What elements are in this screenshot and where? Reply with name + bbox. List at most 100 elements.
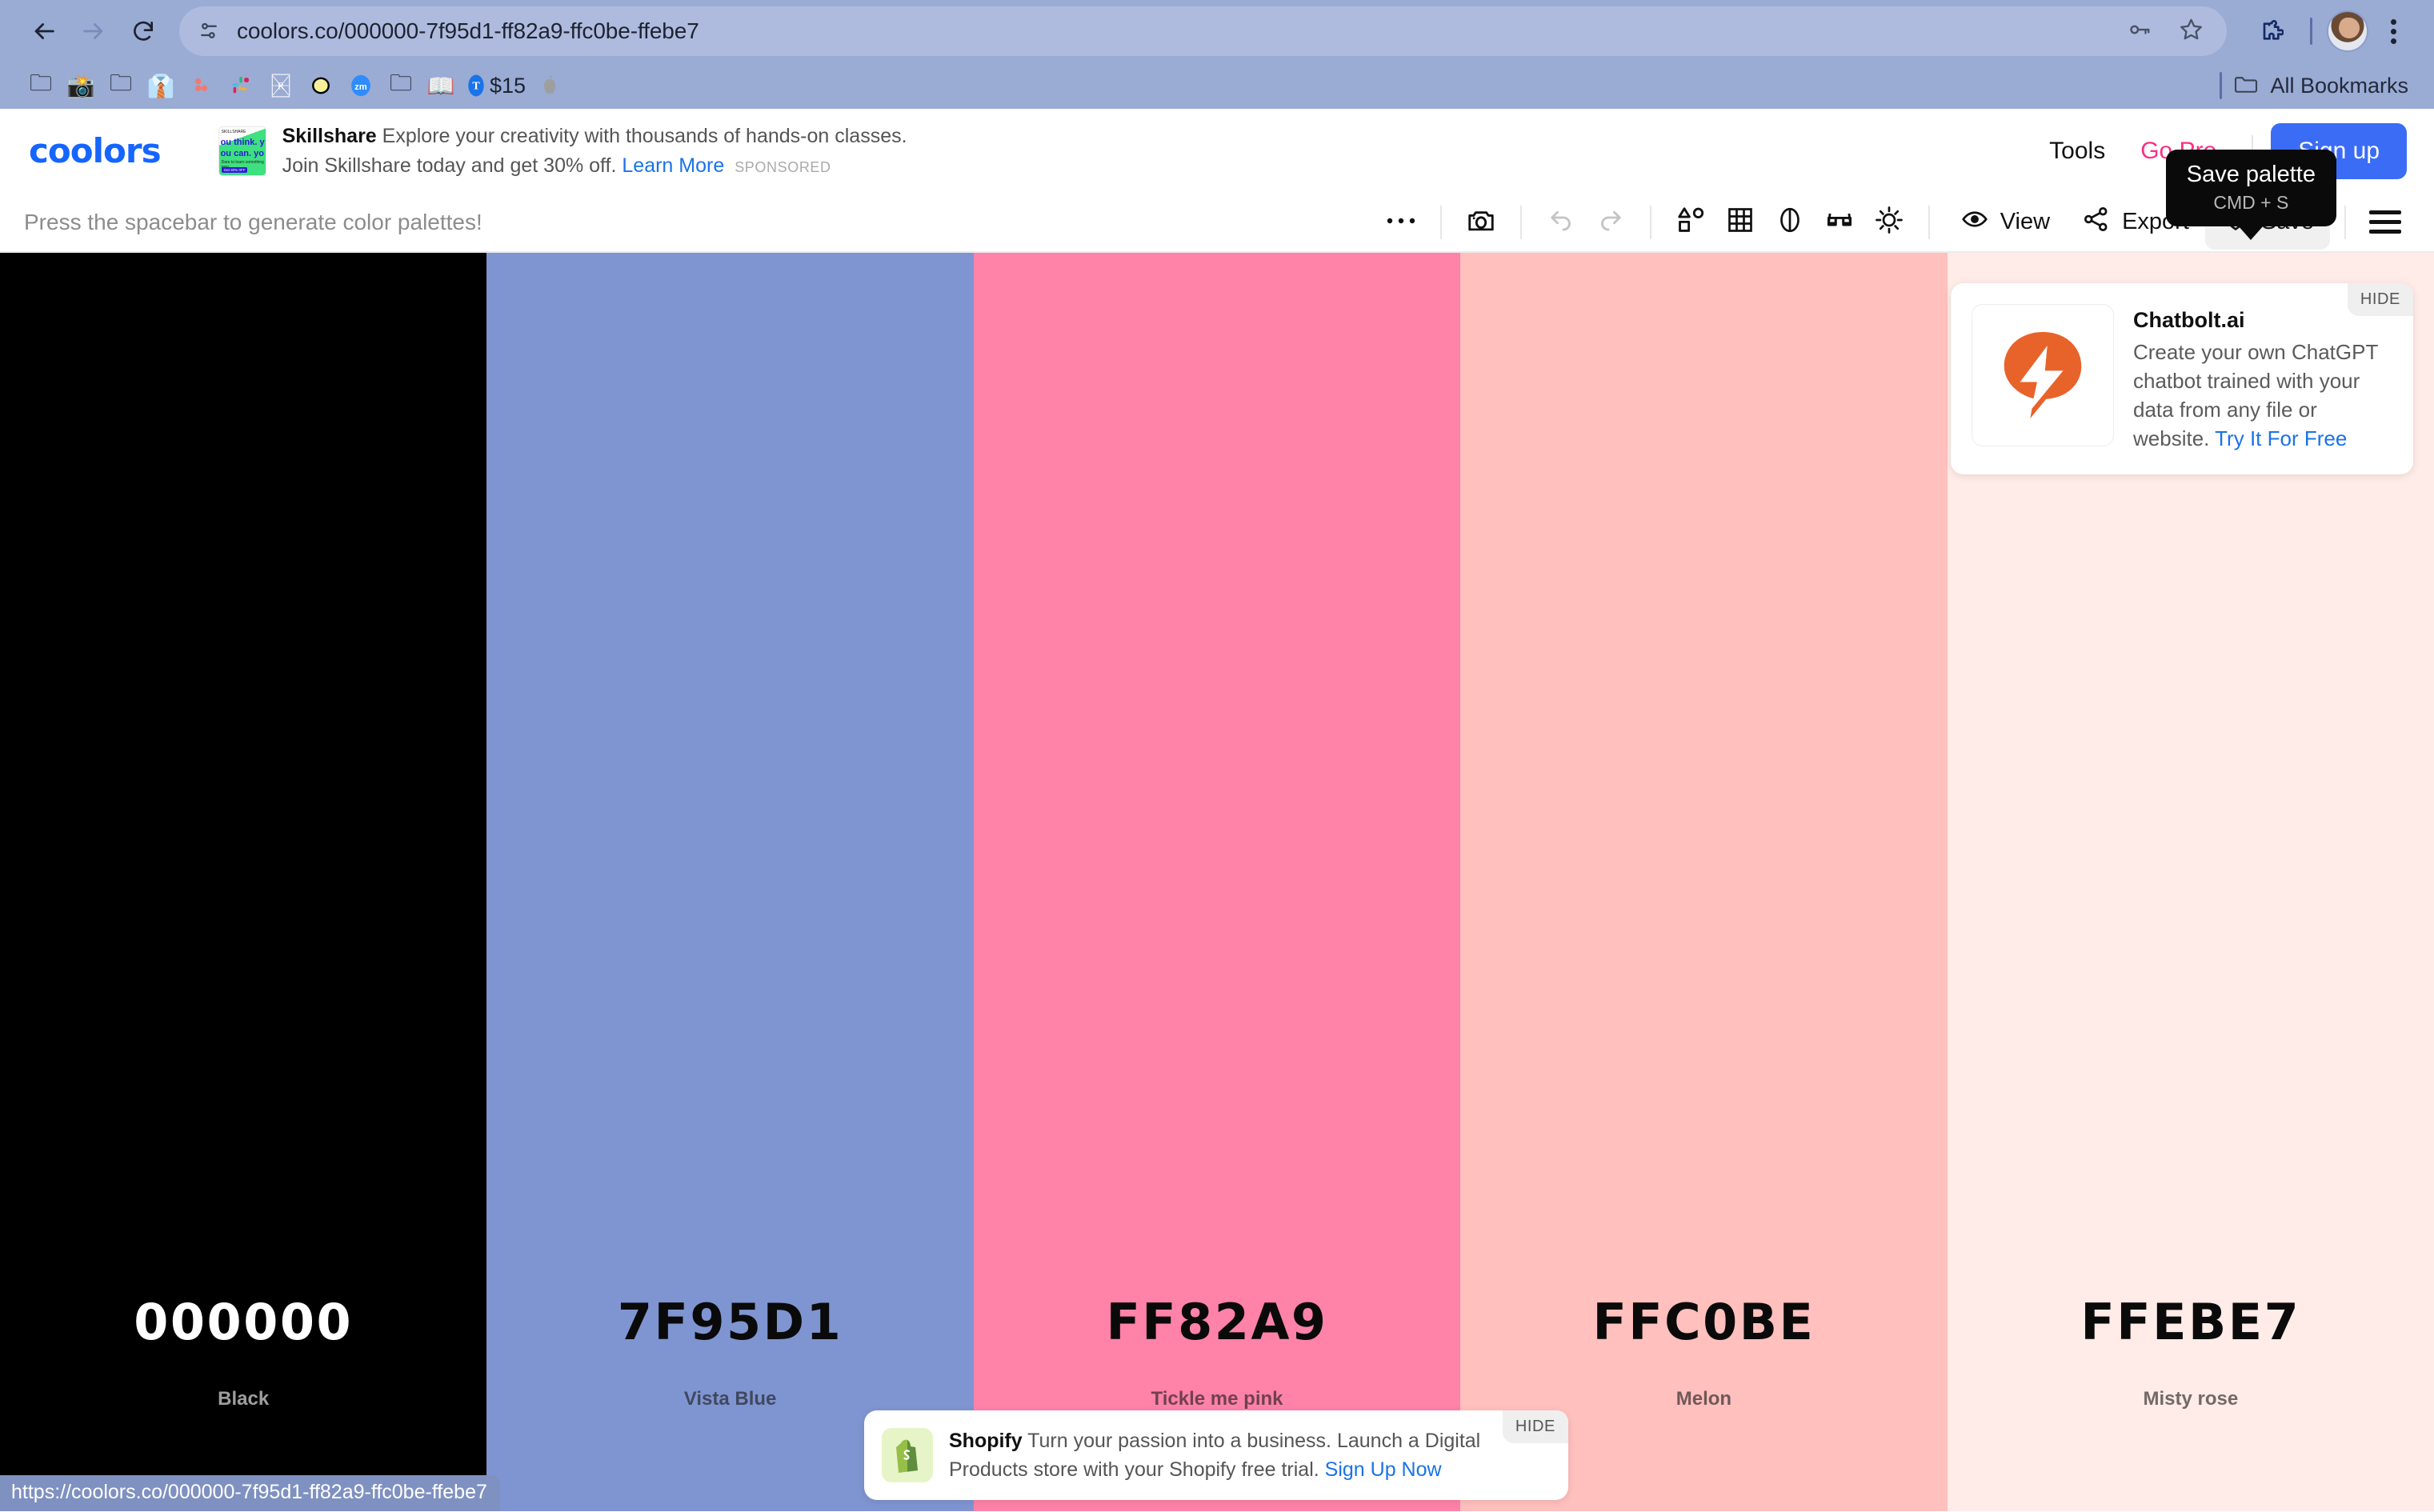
ad-thumb-line1: SKILLSHARE (221, 129, 246, 134)
chatbolt-ad-card[interactable]: Chatbolt.ai Create your own ChatGPT chat… (1951, 283, 2413, 474)
swatch-hex[interactable]: 7F95D1 (618, 1293, 843, 1351)
bookmark-label: $15 (490, 73, 526, 98)
brightness-button[interactable] (1864, 199, 1914, 246)
toolbar-separator (1439, 205, 1442, 239)
skillshare-ad-text: Skillshare Explore your creativity with … (282, 122, 939, 180)
glasses-icon (1824, 205, 1855, 239)
swatch-name: Melon (1675, 1388, 1732, 1410)
color-blindness-button[interactable] (1815, 199, 1864, 246)
forward-button[interactable] (69, 6, 118, 56)
swatch-name: Black (218, 1388, 270, 1410)
back-button[interactable] (19, 6, 69, 56)
skillshare-ad[interactable]: SKILLSHARE ou think. y ou can. yo Dare t… (218, 122, 939, 180)
skillshare-ad-link[interactable]: Learn More (622, 154, 724, 177)
color-swatch[interactable]: 000000 Black (0, 253, 487, 1511)
toolbar-separator (2344, 205, 2346, 239)
all-bookmarks-label: All Bookmarks (2270, 73, 2408, 98)
adjust-shapes-button[interactable] (1666, 199, 1715, 246)
reload-button[interactable] (118, 6, 168, 56)
tooltip-title: Save palette (2186, 161, 2316, 187)
chatbolt-hide-button[interactable]: HIDE (2347, 283, 2413, 316)
undo-icon (1547, 206, 1575, 238)
url-text: coolors.co/000000-7f95d1-ff82a9-ffc0be-f… (237, 18, 699, 43)
bookmark-item[interactable]: 🗀 (21, 67, 61, 104)
grid-view-button[interactable] (1715, 199, 1765, 246)
color-swatch[interactable]: 7F95D1 Vista Blue (486, 253, 974, 1511)
redo-icon (1596, 206, 1625, 238)
contrast-icon (1775, 206, 1804, 238)
browser-chrome: coolors.co/000000-7f95d1-ff82a9-ffc0be-f… (0, 0, 2434, 109)
bookmark-item-zoom[interactable]: zm (341, 67, 381, 104)
swatch-hex[interactable]: FFEBE7 (2080, 1293, 2300, 1351)
more-dots-icon (1387, 215, 1415, 230)
shopify-hide-button[interactable]: HIDE (1502, 1410, 1568, 1443)
password-manager-button[interactable] (2118, 10, 2161, 53)
skillshare-ad-thumbnail: SKILLSHARE ou think. y ou can. yo Dare t… (218, 126, 266, 176)
swatch-hex[interactable]: FF82A9 (1106, 1293, 1327, 1351)
avatar[interactable] (2327, 10, 2368, 52)
color-swatch[interactable]: FFC0BE Melon (1460, 253, 1948, 1511)
bookmark-item[interactable]: 📖 (421, 67, 461, 104)
shopify-ad-link[interactable]: Sign Up Now (1325, 1458, 1442, 1481)
coolors-logo[interactable]: coolors (27, 131, 162, 170)
shopify-ad-banner[interactable]: Shopify Turn your passion into a busines… (864, 1410, 1568, 1500)
bookmark-item[interactable]: 📸 (61, 67, 101, 104)
bookmark-item-price[interactable]: T $15 (461, 67, 530, 104)
bookmarks-bar: 🗀 📸 🗀 👔 R zm 🗀 📖 T $15 All Bookmarks (0, 62, 2434, 109)
bookmarks-divider (2220, 72, 2223, 99)
folder-icon (2233, 74, 2259, 98)
spacebar-hint: Press the spacebar to generate color pal… (24, 209, 482, 234)
site-header: coolors SKILLSHARE ou think. y ou can. y… (0, 109, 2434, 227)
browser-menu-button[interactable] (2372, 10, 2415, 53)
browser-nav-row: coolors.co/000000-7f95d1-ff82a9-ffc0be-f… (0, 0, 2434, 62)
star-icon (2179, 17, 2204, 46)
contrast-checker-button[interactable] (1765, 199, 1815, 246)
swatch-hex[interactable]: 000000 (134, 1293, 353, 1351)
all-bookmarks-button[interactable]: All Bookmarks (2233, 74, 2416, 98)
ad-thumb-line3: ou can. yo (220, 148, 264, 158)
bookmark-item-slack[interactable] (221, 67, 261, 104)
swatch-name: Vista Blue (683, 1388, 777, 1410)
save-palette-tooltip: Save palette CMD + S (2165, 149, 2336, 227)
extensions-button[interactable] (2246, 6, 2296, 56)
main-menu-button[interactable] (2360, 199, 2410, 246)
svg-text:T: T (472, 80, 480, 92)
redo-button[interactable] (1586, 199, 1635, 246)
undo-button[interactable] (1536, 199, 1586, 246)
more-options-button[interactable] (1376, 199, 1426, 246)
eye-icon (1960, 205, 1989, 240)
camera-icon (1466, 205, 1496, 239)
view-button[interactable]: View (1944, 195, 2066, 250)
reload-icon (130, 18, 156, 44)
chatbolt-logo (1972, 304, 2114, 446)
bookmark-item[interactable]: 🗀 (381, 67, 421, 104)
chatbolt-ad-link[interactable]: Try It For Free (2215, 426, 2347, 450)
toolbar-separator (1928, 205, 1930, 239)
bookmark-item[interactable]: R (261, 67, 301, 104)
bookmark-button[interactable] (2169, 10, 2212, 53)
grid-icon (1726, 206, 1755, 238)
color-swatch[interactable]: FF82A9 Tickle me pink (973, 253, 1461, 1511)
shapes-icon (1675, 205, 1706, 239)
sponsored-label: SPONSORED (735, 158, 831, 175)
key-icon (2128, 18, 2152, 46)
skillshare-ad-brand: Skillshare (282, 125, 377, 148)
screenshot-button[interactable] (1456, 199, 1506, 246)
toolbar-separator (1649, 205, 1651, 239)
chatbolt-ad-text: Chatbolt.ai Create your own ChatGPT chat… (2133, 304, 2392, 454)
tools-menu[interactable]: Tools (2032, 138, 2123, 165)
site-settings-icon[interactable] (197, 19, 221, 43)
bookmark-item[interactable] (530, 67, 570, 104)
address-bar[interactable]: coolors.co/000000-7f95d1-ff82a9-ffc0be-f… (179, 6, 2227, 56)
bookmark-item[interactable]: 🗀 (101, 67, 141, 104)
bookmark-item[interactable]: 👔 (141, 67, 181, 104)
chrome-divider (2310, 18, 2312, 45)
bookmark-item[interactable] (181, 67, 221, 104)
browser-chrome-right (2238, 6, 2415, 56)
shopify-ad-brand: Shopify (949, 1429, 1023, 1452)
bookmark-item[interactable] (301, 67, 341, 104)
swatch-hex[interactable]: FFC0BE (1592, 1293, 1815, 1351)
tooltip-shortcut: CMD + S (2213, 192, 2289, 214)
shopify-logo (882, 1427, 933, 1482)
swatch-name: Misty rose (2143, 1388, 2239, 1410)
